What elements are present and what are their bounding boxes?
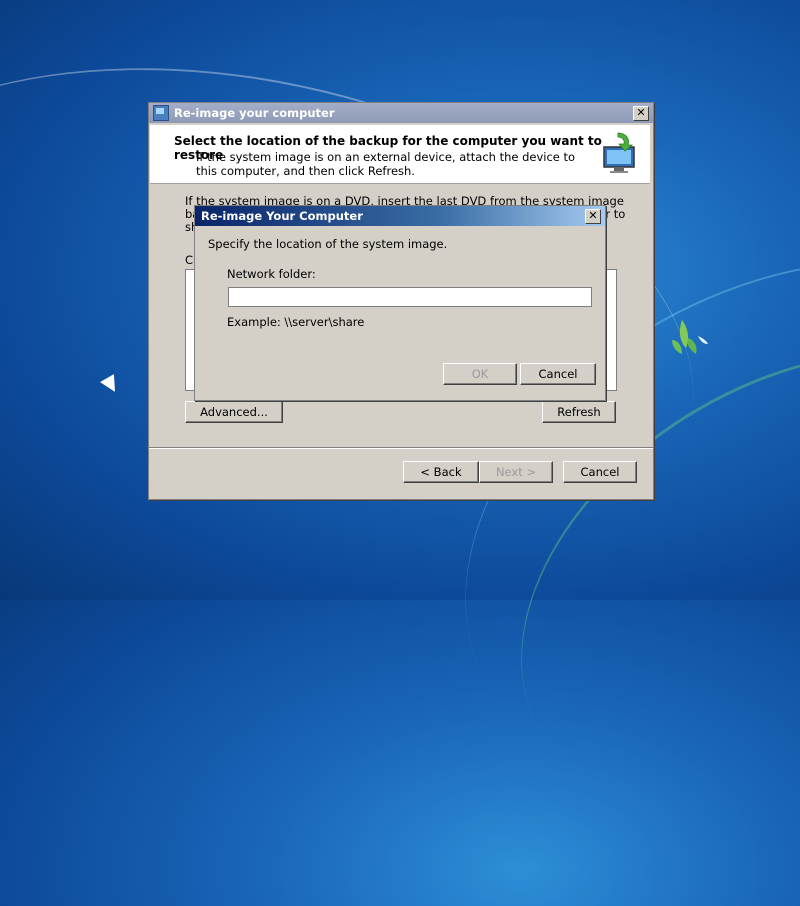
window-title: Re-image your computer — [174, 106, 335, 120]
network-folder-label: Network folder: — [227, 267, 316, 281]
header-subtitle: If the system image is on an external de… — [196, 150, 576, 178]
back-button[interactable]: < Back — [403, 461, 479, 483]
cancel-button[interactable]: Cancel — [563, 461, 637, 483]
windows-logo-leaf-icon — [672, 320, 708, 354]
monitor-backup-icon — [603, 132, 635, 173]
footer-separator — [149, 447, 653, 449]
advanced-button[interactable]: Advanced... — [185, 401, 283, 423]
window-titlebar[interactable]: Re-image your computer ✕ — [149, 103, 653, 123]
dialog-title: Re-image Your Computer — [201, 209, 363, 223]
dialog-close-button[interactable]: ✕ — [585, 209, 601, 224]
example-text: Example: \\server\share — [227, 315, 365, 329]
dialog-instruction: Specify the location of the system image… — [208, 237, 448, 251]
mouse-cursor — [100, 374, 122, 396]
ok-button[interactable]: OK — [443, 363, 517, 385]
backup-restore-icon — [153, 105, 169, 121]
dialog-cancel-button[interactable]: Cancel — [520, 363, 596, 385]
dialog-titlebar[interactable]: Re-image Your Computer ✕ — [195, 206, 605, 226]
next-button[interactable]: Next > — [479, 461, 553, 483]
refresh-button[interactable]: Refresh — [542, 401, 616, 423]
close-icon: ✕ — [636, 106, 646, 119]
wizard-header: Select the location of the backup for th… — [150, 125, 650, 184]
network-location-dialog: Re-image Your Computer ✕ Specify the loc… — [194, 205, 606, 401]
close-button[interactable]: ✕ — [633, 106, 649, 121]
close-icon: ✕ — [588, 209, 598, 222]
network-folder-input[interactable] — [228, 287, 592, 307]
